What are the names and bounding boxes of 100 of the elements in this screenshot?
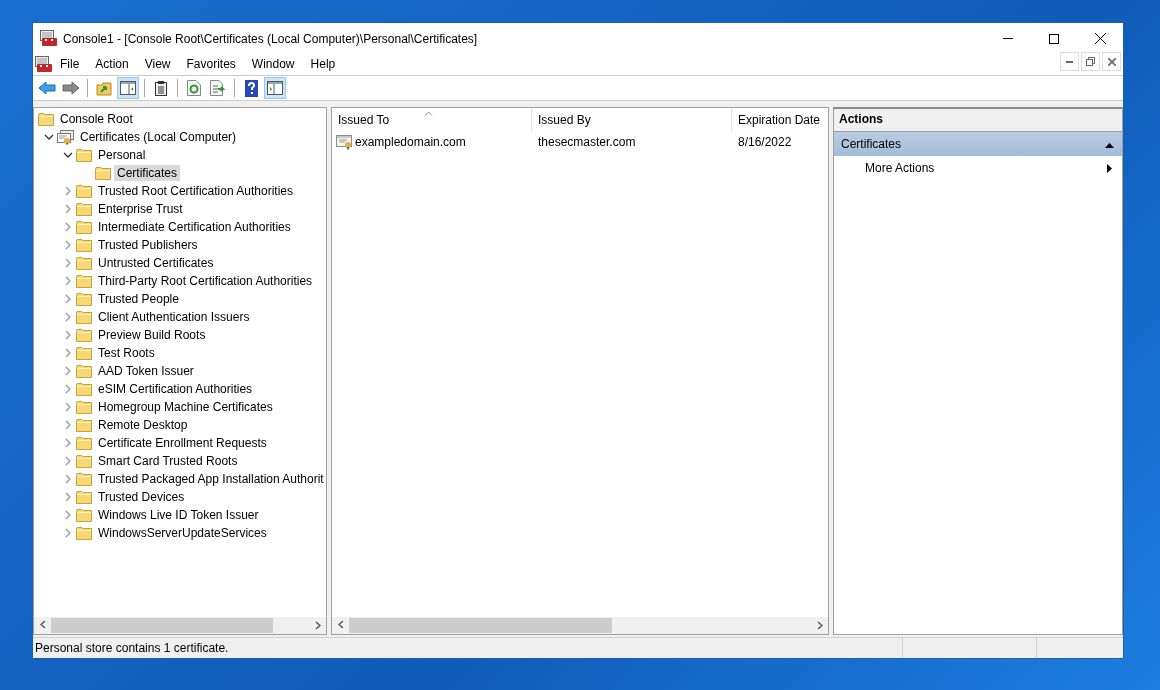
tree-item[interactable]: Test Roots [95, 345, 158, 361]
tree-item[interactable]: Trusted People [95, 291, 182, 307]
tree-item[interactable]: Certificate Enrollment Requests [95, 435, 270, 451]
tree-item[interactable]: Certificates [114, 165, 181, 181]
refresh-icon [187, 80, 201, 96]
close-icon [1107, 57, 1116, 66]
certificate-store-icon [57, 129, 74, 145]
tree-item[interactable]: Intermediate Certification Authorities [95, 219, 294, 235]
folder-icon [76, 184, 92, 198]
folder-icon [76, 400, 92, 414]
horizontal-scrollbar[interactable] [34, 617, 326, 634]
minimize-icon [1066, 60, 1073, 63]
actions-title: Actions [834, 109, 1122, 132]
tree-item[interactable]: Enterprise Trust [95, 201, 186, 217]
scroll-left-icon[interactable] [337, 620, 344, 629]
scrollbar-thumb[interactable] [51, 618, 273, 633]
folder-icon [76, 382, 92, 396]
folder-icon [76, 436, 92, 450]
tree-item[interactable]: Windows Live ID Token Issuer [95, 507, 262, 523]
tree-item[interactable]: Personal [95, 147, 149, 163]
restore-icon [1086, 57, 1095, 66]
folder-icon [76, 202, 92, 216]
folder-icon [76, 310, 92, 324]
clipboard-icon [155, 80, 167, 96]
toolbar-button[interactable] [117, 77, 139, 99]
folder-icon [95, 166, 111, 180]
tree-item[interactable]: WindowsServerUpdateServices [95, 525, 270, 541]
panel-icon [267, 81, 283, 95]
app-icon [40, 30, 57, 47]
tree-item[interactable]: Preview Build Roots [95, 327, 209, 343]
scroll-left-icon[interactable] [39, 620, 46, 629]
folder-icon [76, 274, 92, 288]
folder-icon [76, 256, 92, 270]
chevron-down-icon[interactable] [62, 152, 73, 158]
forward-arrow-icon [62, 81, 80, 95]
menu-item[interactable]: Help [302, 55, 344, 74]
scroll-right-icon[interactable] [816, 620, 823, 630]
tree-item[interactable]: Certificates (Local Computer) [77, 129, 240, 145]
tree-item[interactable]: Trusted Devices [95, 489, 188, 505]
tree-item[interactable]: eSIM Certification Authorities [95, 381, 256, 397]
column-header[interactable]: Issued By [532, 108, 732, 132]
horizontal-scrollbar[interactable] [332, 617, 828, 634]
folder-icon [76, 526, 92, 540]
folder-icon [76, 418, 92, 432]
folder-icon [76, 148, 92, 162]
menu-item[interactable]: Window [243, 55, 303, 74]
child-restore-button[interactable] [1081, 52, 1100, 71]
close-icon [1094, 33, 1106, 44]
folder-icon [76, 508, 92, 522]
folder-icon [76, 292, 92, 306]
tree-item[interactable]: Untrusted Certificates [95, 255, 217, 271]
column-header[interactable]: Issued To [332, 108, 532, 132]
tree-item[interactable]: Trusted Packaged App Installation Authorit [95, 471, 326, 487]
menu-item[interactable]: View [136, 55, 179, 74]
folder-icon [76, 346, 92, 360]
folder-icon [76, 220, 92, 234]
window-title: Console1 - [Console Root\Certificates (Local Computer)\Personal\Certificates] [63, 31, 479, 46]
action-link[interactable]: More Actions [865, 161, 935, 175]
scrollbar-thumb[interactable] [349, 618, 613, 633]
status-text: Personal store contains 1 certificate. [34, 640, 230, 657]
tree-item[interactable]: Remote Desktop [95, 417, 191, 433]
folder-icon [76, 238, 92, 252]
back-arrow-icon [38, 81, 56, 95]
certificate-icon [336, 134, 353, 150]
tree-item[interactable]: Console Root [57, 111, 136, 127]
tree-item[interactable]: Trusted Root Certification Authorities [95, 183, 296, 199]
folder-arrow-icon [96, 80, 112, 96]
folder-icon [76, 490, 92, 504]
menu-item[interactable]: Favorites [178, 55, 244, 74]
tree-item[interactable]: Homegroup Machine Certificates [95, 399, 276, 415]
tree-item[interactable]: Smart Card Trusted Roots [95, 453, 241, 469]
maximize-icon [1049, 33, 1059, 44]
child-minimize-button[interactable] [1060, 52, 1079, 71]
menu-item[interactable]: File [52, 55, 88, 74]
sort-caret-icon [424, 111, 433, 116]
table-cell: 8/16/2022 [738, 135, 792, 149]
folder-icon [76, 472, 92, 486]
collapse-triangle-icon[interactable] [1105, 143, 1114, 148]
tree-item[interactable]: Trusted Publishers [95, 237, 201, 253]
table-cell[interactable]: exampledomain.com [355, 135, 466, 149]
column-header[interactable]: Expiration Date [732, 108, 828, 132]
folder-icon [76, 328, 92, 342]
menu-item[interactable]: Action [87, 55, 137, 74]
tree-item[interactable]: AAD Token Issuer [95, 363, 197, 379]
folder-icon [38, 112, 54, 126]
submenu-arrow-icon [1107, 163, 1112, 173]
toolbar-button[interactable] [264, 77, 286, 99]
tree-item[interactable]: Client Authentication Issuers [95, 309, 253, 325]
scroll-right-icon[interactable] [314, 620, 321, 630]
minimize-icon [1003, 38, 1013, 39]
actions-section-header[interactable]: Certificates [834, 132, 1122, 156]
tree-item[interactable]: Third-Party Root Certification Authorities [95, 273, 316, 289]
folder-icon [76, 454, 92, 468]
folder-icon [76, 364, 92, 378]
table-cell: thesecmaster.com [538, 135, 636, 149]
help-icon [244, 79, 258, 97]
export-list-icon [210, 80, 226, 96]
child-close-button[interactable] [1102, 52, 1121, 71]
chevron-down-icon[interactable] [43, 134, 54, 140]
panel-icon [120, 81, 136, 95]
